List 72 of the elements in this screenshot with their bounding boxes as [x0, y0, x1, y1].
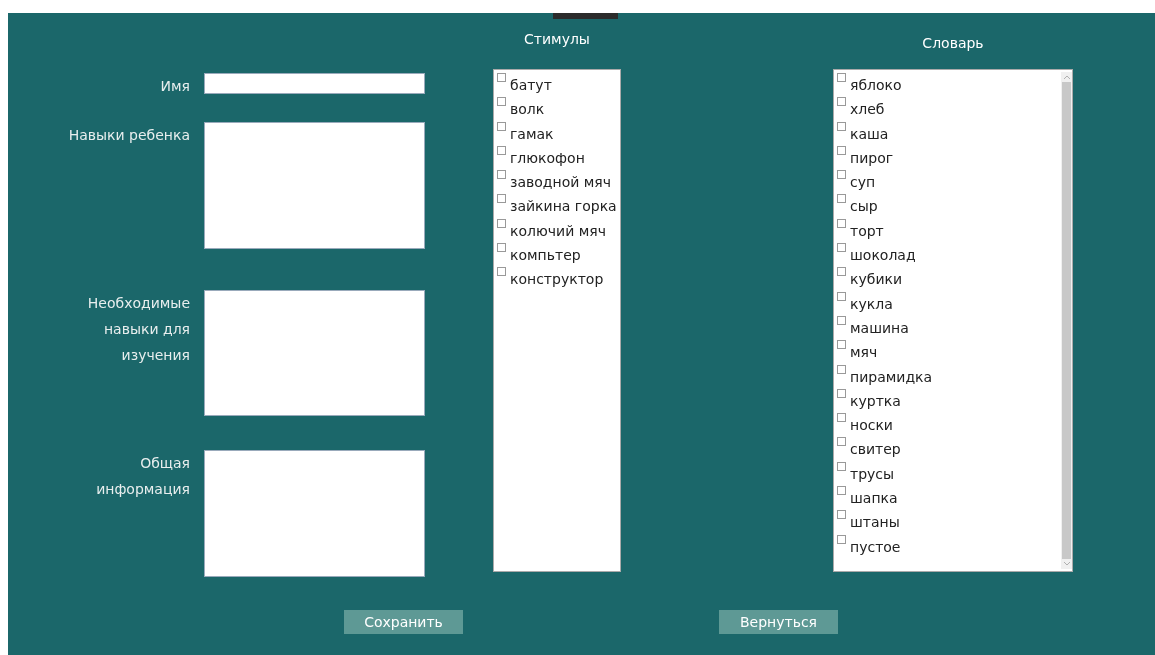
checkbox[interactable]	[837, 413, 846, 423]
field-label: Навыки ребенка	[68, 126, 190, 145]
checkbox[interactable]	[497, 97, 506, 107]
item-label[interactable]: хлеб	[850, 96, 885, 118]
checkbox[interactable]	[497, 267, 506, 277]
title-strip	[553, 13, 618, 19]
item-label[interactable]: глюкофон	[510, 144, 585, 166]
checkbox[interactable]	[837, 486, 846, 496]
checkbox[interactable]	[497, 218, 506, 228]
text-area[interactable]	[204, 290, 425, 416]
text-area[interactable]	[204, 122, 425, 249]
item-label[interactable]: пирог	[850, 144, 894, 166]
checkbox[interactable]	[837, 218, 846, 228]
checkbox[interactable]	[837, 510, 846, 520]
item-label[interactable]: колючий мяч	[510, 217, 606, 239]
arrow-up-icon[interactable]	[1062, 74, 1071, 80]
checkbox[interactable]	[837, 364, 846, 374]
checkbox[interactable]	[837, 437, 846, 447]
field-label: Необходимые навыки для изучения	[86, 294, 190, 365]
input-field[interactable]	[204, 73, 425, 94]
checkbox[interactable]	[837, 170, 846, 180]
item-label[interactable]: каша	[850, 120, 889, 142]
item-label[interactable]: носки	[850, 412, 893, 434]
checkbox[interactable]	[497, 145, 506, 155]
checkbox[interactable]	[837, 340, 846, 350]
item-label[interactable]: машина	[850, 314, 909, 336]
checkbox[interactable]	[837, 534, 846, 544]
text-area[interactable]	[204, 450, 425, 577]
item-label[interactable]: компьтер	[510, 242, 581, 264]
item-label[interactable]: суп	[850, 169, 876, 191]
item-label[interactable]: шоколад	[850, 242, 916, 264]
list-title: Стимулы	[523, 31, 591, 49]
item-label[interactable]: яблоко	[850, 72, 902, 93]
checkbox[interactable]	[837, 243, 846, 253]
checkbox[interactable]	[497, 73, 506, 82]
item-label[interactable]: торт	[850, 217, 884, 239]
item-label[interactable]: шапка	[850, 485, 898, 507]
checkbox[interactable]	[837, 121, 846, 131]
item-label[interactable]: конструктор	[510, 266, 604, 288]
checkbox[interactable]	[837, 388, 846, 398]
item-label[interactable]: пустое	[850, 533, 901, 555]
item-label[interactable]: пирамидка	[850, 363, 933, 385]
item-label[interactable]: свитер	[850, 436, 901, 458]
item-label[interactable]: кукла	[850, 290, 893, 312]
checkbox[interactable]	[837, 315, 846, 325]
checkbox[interactable]	[837, 461, 846, 471]
item-label[interactable]: волк	[510, 96, 545, 118]
item-label[interactable]: сыр	[850, 193, 878, 215]
checkbox[interactable]	[497, 194, 506, 204]
checkbox[interactable]	[497, 243, 506, 253]
checkbox[interactable]	[837, 267, 846, 277]
checkbox[interactable]	[837, 97, 846, 107]
item-label[interactable]: заводной мяч	[510, 169, 612, 191]
checkbox[interactable]	[497, 170, 506, 180]
checkbox[interactable]	[497, 121, 506, 131]
checkbox[interactable]	[837, 145, 846, 155]
item-label[interactable]: кубики	[850, 266, 903, 288]
item-label[interactable]: штаны	[850, 509, 900, 531]
arrow-down-icon[interactable]	[1062, 561, 1071, 567]
checkbox[interactable]	[837, 194, 846, 204]
checkbox[interactable]	[837, 291, 846, 301]
item-label[interactable]: батут	[510, 72, 552, 93]
field-label: Имя	[159, 77, 190, 96]
item-label[interactable]: гамак	[510, 120, 554, 142]
item-label[interactable]: мяч	[850, 339, 878, 361]
list-title: Словарь	[921, 35, 985, 53]
field-label: Общая информация	[95, 454, 190, 499]
item-label[interactable]: зайкина горка	[510, 193, 617, 215]
item-label[interactable]: трусы	[850, 460, 895, 482]
item-label[interactable]: куртка	[850, 387, 901, 409]
scrollbar[interactable]	[1061, 72, 1072, 569]
checkbox[interactable]	[837, 73, 846, 82]
